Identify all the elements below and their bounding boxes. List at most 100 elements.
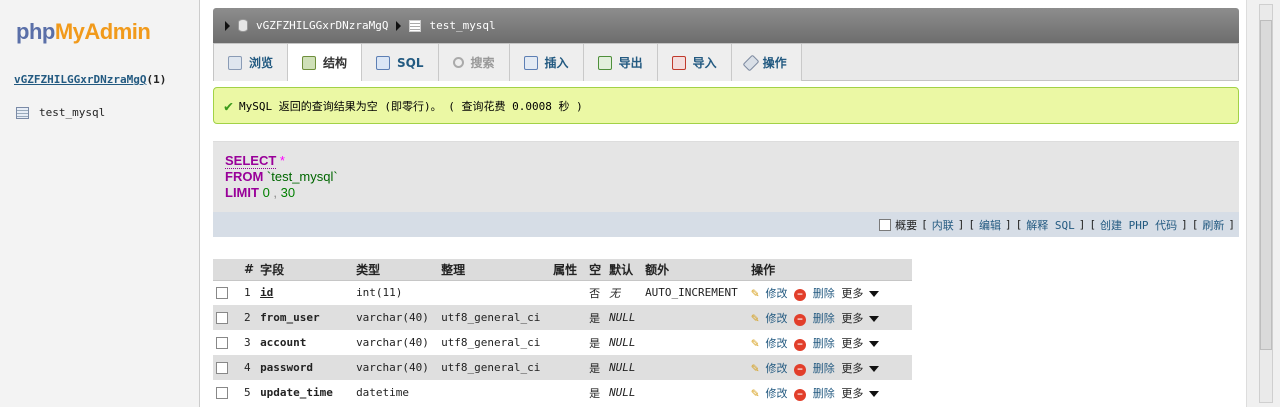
field-name: update_time [260, 386, 333, 399]
create-php-code-link[interactable]: 创建 PHP 代码 [1100, 217, 1177, 233]
delete-button[interactable]: 删除 [813, 287, 835, 300]
field-null: 是 [586, 355, 607, 380]
tab-import[interactable]: 导入 [657, 44, 732, 81]
breadcrumb-table[interactable]: test_mysql [429, 19, 495, 32]
tab-label: 搜索 [470, 56, 495, 70]
pencil-icon[interactable]: ✎ [751, 311, 759, 326]
tab-search[interactable]: 搜索 [438, 44, 510, 81]
tab-label: 插入 [544, 56, 569, 70]
field-null: 是 [586, 330, 607, 355]
table-row: 5 update_time datetime 是 NULL ✎ 修改 − 删除 更多 [213, 380, 912, 405]
export-icon [597, 55, 612, 70]
chevron-down-icon[interactable] [869, 315, 880, 322]
sql-icon [376, 55, 391, 70]
table-header-row: # 字段 类型 整理 属性 空 默认 额外 操作 [213, 259, 912, 281]
tab-browse[interactable]: 浏览 [214, 44, 289, 81]
checkmark-icon: ✔ [224, 96, 234, 115]
phpmyadmin-logo[interactable]: phpMyAdmin [16, 19, 151, 45]
field-default: NULL [606, 330, 643, 355]
field-default: 无 [606, 280, 643, 305]
sql-keyword-select[interactable]: SELECT [225, 153, 277, 169]
more-button[interactable]: 更多 [841, 362, 863, 375]
tab-insert[interactable]: 插入 [509, 44, 584, 81]
tab-label: 操作 [762, 56, 787, 70]
more-button[interactable]: 更多 [841, 387, 863, 400]
refresh-link[interactable]: 刷新 [1202, 217, 1224, 233]
delete-button[interactable]: 删除 [813, 312, 835, 325]
sidebar-item-label[interactable]: test_mysql [39, 106, 105, 119]
field-name: id [260, 286, 274, 300]
tab-label: 导出 [618, 56, 643, 70]
table-row: 1 id int(11) 否无 AUTO_INCREMENT ✎ 修改 − 删除 更多 [213, 280, 912, 305]
table-icon[interactable] [16, 106, 29, 119]
field-actions: ✎ 修改 − 删除 更多 [748, 280, 912, 305]
scrollbar-thumb[interactable] [1260, 20, 1272, 350]
field-collation: utf8_general_ci [438, 355, 551, 380]
edit-button[interactable]: 修改 [766, 312, 788, 325]
delete-icon[interactable]: − [794, 363, 807, 376]
row-checkbox[interactable] [216, 387, 228, 399]
edit-sql-link[interactable]: 编辑 [979, 217, 1001, 233]
delete-button[interactable]: 删除 [813, 387, 835, 400]
field-actions: ✎ 修改 − 删除 更多 [748, 330, 912, 355]
edit-button[interactable]: 修改 [766, 387, 788, 400]
import-icon [671, 55, 686, 70]
search-icon [452, 57, 464, 68]
tab-structure[interactable]: 结构 [288, 44, 363, 81]
tab-sql[interactable]: SQL [362, 44, 439, 81]
database-name-link[interactable]: vGZFZHILGGxrDNzraMgQ [14, 73, 146, 86]
sql-keyword-limit: LIMIT [225, 185, 259, 200]
delete-icon[interactable]: − [794, 338, 807, 351]
more-button[interactable]: 更多 [841, 312, 863, 325]
more-button[interactable]: 更多 [841, 337, 863, 350]
column-header-field: 字段 [257, 259, 354, 281]
field-default: NULL [606, 380, 643, 405]
sql-comma: , [273, 185, 278, 200]
column-header-attributes: 属性 [550, 259, 587, 281]
field-extra: AUTO_INCREMENT [642, 280, 749, 305]
delete-button[interactable]: 删除 [813, 362, 835, 375]
sql-keyword-from: FROM [225, 169, 264, 184]
table-icon [409, 19, 422, 32]
sql-action-bar: 概要 [内联] [编辑] [解释 SQL] [创建 PHP 代码] [刷新] [213, 212, 1239, 237]
chevron-down-icon[interactable] [869, 365, 880, 372]
chevron-down-icon[interactable] [869, 390, 880, 397]
pencil-icon[interactable]: ✎ [751, 336, 759, 351]
field-type: varchar(40) [353, 330, 439, 355]
vertical-scrollbar[interactable] [1246, 0, 1280, 407]
row-checkbox[interactable] [216, 312, 228, 324]
column-header-number: # [241, 259, 258, 281]
tab-export[interactable]: 导出 [583, 44, 658, 81]
pencil-icon[interactable]: ✎ [751, 361, 759, 376]
sidebar-item-test-mysql[interactable]: test_mysql [16, 106, 105, 119]
edit-button[interactable]: 修改 [766, 362, 788, 375]
chevron-right-icon [396, 20, 402, 31]
delete-icon[interactable]: − [794, 288, 807, 301]
more-button[interactable]: 更多 [841, 287, 863, 300]
explain-sql-link[interactable]: 解释 SQL [1026, 217, 1075, 233]
delete-icon[interactable]: − [794, 313, 807, 326]
chevron-down-icon[interactable] [869, 290, 880, 297]
chevron-right-icon [225, 20, 230, 31]
field-type: varchar(40) [353, 305, 439, 330]
chevron-down-icon[interactable] [869, 340, 880, 347]
navigation-sidebar: phpMyAdmin vGZFZHILGGxrDNzraMgQ(1) test_… [0, 0, 200, 407]
row-checkbox[interactable] [216, 337, 228, 349]
row-checkbox[interactable] [216, 362, 228, 374]
column-header-null: 空 [586, 259, 607, 281]
table-row: 3 account varchar(40) utf8_general_ci 是 NULL ✎… [213, 330, 912, 355]
inline-edit-link[interactable]: 内联 [932, 217, 954, 233]
breadcrumb-database[interactable]: vGZFZHILGGxrDNzraMgQ [256, 19, 388, 32]
field-extra [642, 355, 749, 380]
sql-table-name: `test_mysql` [266, 169, 338, 184]
pencil-icon[interactable]: ✎ [751, 286, 759, 301]
profile-checkbox[interactable] [879, 218, 892, 231]
row-checkbox[interactable] [216, 287, 228, 300]
edit-button[interactable]: 修改 [766, 287, 788, 300]
delete-icon[interactable]: − [794, 388, 807, 401]
field-actions: ✎ 修改 − 删除 更多 [748, 305, 912, 330]
pencil-icon[interactable]: ✎ [751, 386, 759, 401]
tab-operations[interactable]: 操作 [731, 44, 802, 81]
delete-button[interactable]: 删除 [813, 337, 835, 350]
edit-button[interactable]: 修改 [766, 337, 788, 350]
